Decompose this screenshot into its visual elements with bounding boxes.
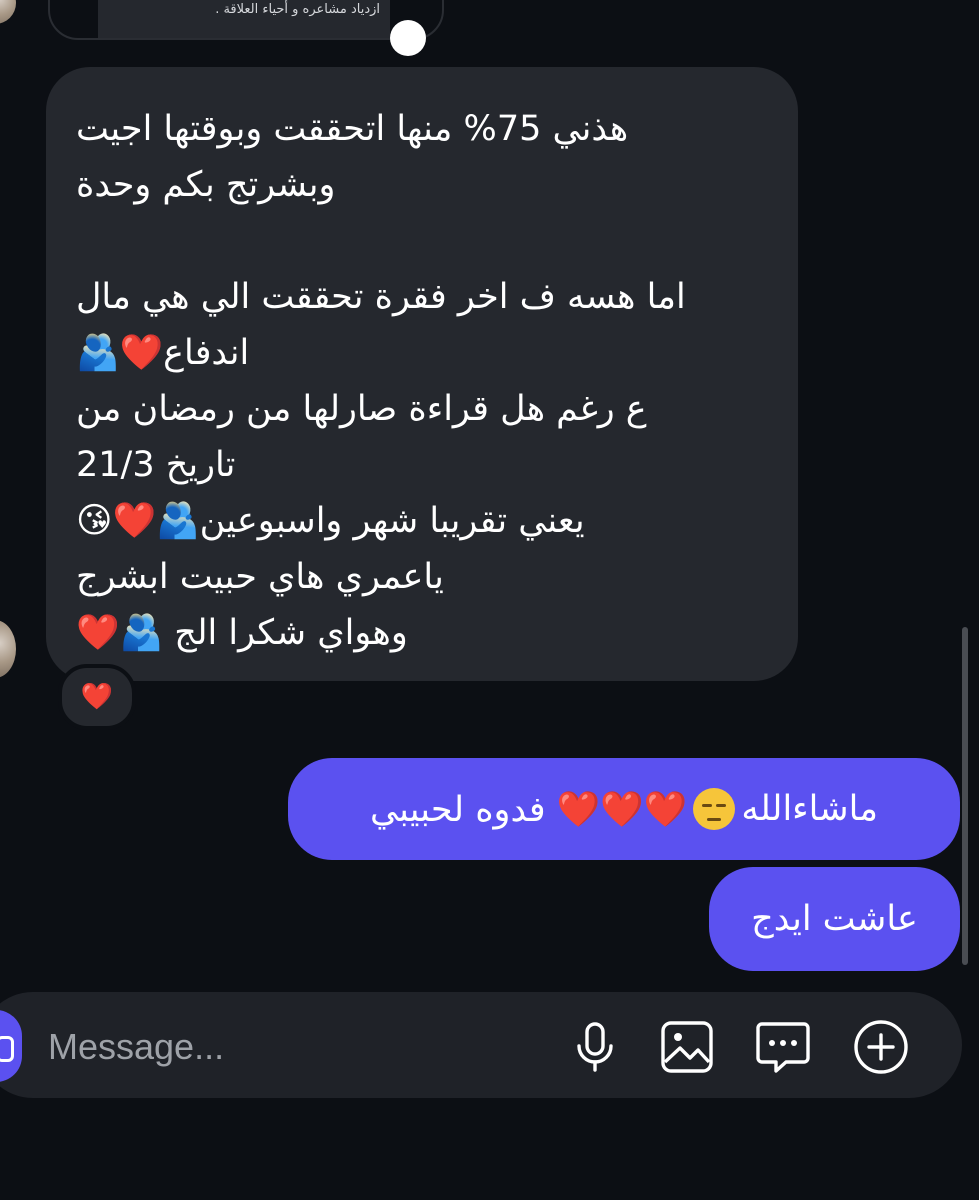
message-line: وهواي شكرا الج 🫂❤️	[76, 613, 408, 653]
chat-bubble-icon[interactable]	[754, 1018, 812, 1076]
shared-post-indicator	[390, 20, 426, 56]
message-line: تاريخ 21/3	[76, 445, 236, 485]
image-icon[interactable]	[658, 1018, 716, 1076]
outgoing-message-text: عاشت ايدج	[751, 899, 918, 939]
message-line: ياعمري هاي حبيت ابشرج	[76, 557, 444, 597]
scrollbar[interactable]	[962, 627, 968, 965]
incoming-message-text: هذني 75% منها اتحققت وبوقتها اجيت وبشرتج…	[76, 101, 776, 661]
microphone-icon[interactable]	[566, 1018, 624, 1076]
outgoing-message-bubble[interactable]: عاشت ايدج	[709, 867, 960, 971]
shared-post-preview: ازدياد مشاعره و أحياء العلاقة .	[98, 0, 390, 38]
message-input[interactable]	[46, 1018, 450, 1076]
message-line: وبشرتج بكم وحدة	[76, 165, 336, 205]
message-line: اما هسه ف اخر فقرة تحققت الي هي مال	[76, 277, 686, 317]
heart-reaction[interactable]: ❤️	[58, 664, 136, 730]
message-line-blank	[76, 213, 776, 269]
outgoing-message-bubble[interactable]: ماشاءالله ❤️❤️❤️ فدوه لحبيبي	[288, 758, 960, 860]
sender-avatar[interactable]	[0, 0, 16, 24]
sender-avatar[interactable]	[0, 620, 16, 678]
message-line: اندفاع❤️🫂	[76, 333, 250, 373]
heart-icon: ❤️	[80, 682, 114, 712]
shared-post-text: ازدياد مشاعره و أحياء العلاقة .	[215, 2, 380, 17]
plus-circle-icon[interactable]	[852, 1018, 910, 1076]
outgoing-message-text-suffix: ❤️❤️❤️ فدوه لحبيبي	[369, 789, 688, 830]
incoming-message-bubble[interactable]: هذني 75% منها اتحققت وبوقتها اجيت وبشرتج…	[46, 67, 798, 681]
pensive-face-icon	[693, 788, 736, 830]
outgoing-message-text: ماشاءالله	[741, 789, 879, 829]
message-line: هذني 75% منها اتحققت وبوقتها اجيت	[76, 109, 629, 149]
shared-post-card[interactable]: ازدياد مشاعره و أحياء العلاقة .	[48, 0, 444, 56]
message-line: يعني تقريبا شهر واسبوعين🫂❤️😘	[76, 501, 585, 541]
message-line: ع رغم هل قراءة صارلها من رمضان من	[76, 389, 647, 429]
